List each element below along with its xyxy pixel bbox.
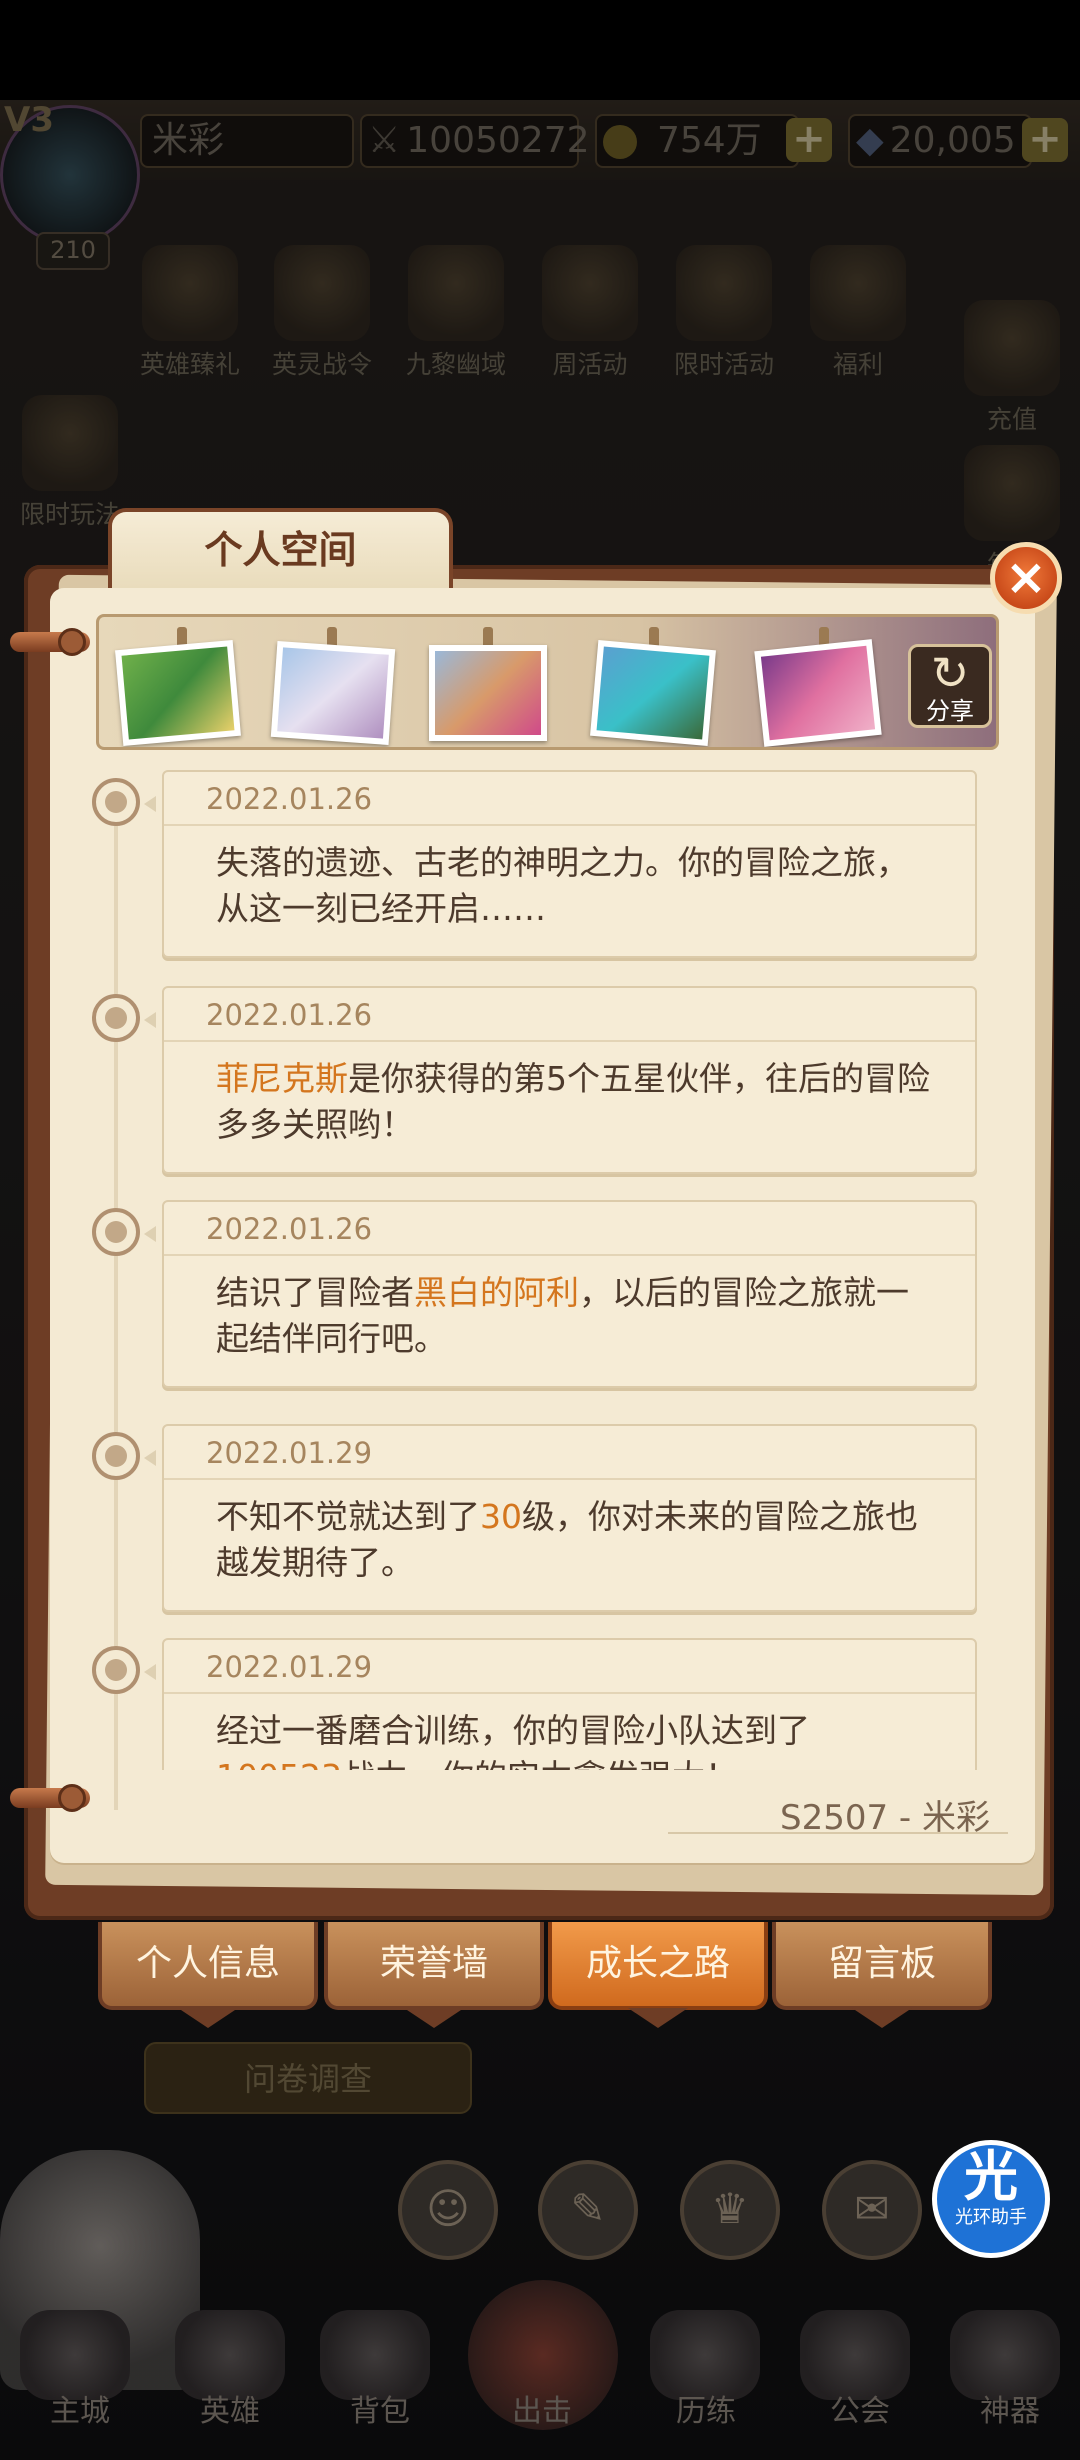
- timeline-node: [92, 1646, 156, 1694]
- nav-attack[interactable]: 出击: [482, 2386, 602, 2430]
- timeline-node: [92, 1208, 156, 1256]
- gallery-photo[interactable]: [429, 645, 547, 741]
- nav-main-city[interactable]: 主城: [20, 2386, 140, 2430]
- share-button[interactable]: ↻ 分享: [908, 644, 992, 728]
- timeline-list[interactable]: 2022.01.26 失落的遗迹、古老的神明之力。你的冒险之旅，从这一刻已经开启…: [150, 760, 1000, 1770]
- gallery-photo[interactable]: [270, 641, 396, 745]
- tab-honor-wall[interactable]: 荣誉墙: [324, 1922, 544, 2028]
- entry-date: 2022.01.29: [164, 1640, 975, 1694]
- entry-date: 2022.01.29: [164, 1426, 975, 1480]
- nav-bag[interactable]: 背包: [320, 2386, 440, 2430]
- friends-icon[interactable]: ☺: [398, 2160, 498, 2260]
- trophy-icon[interactable]: ♛: [680, 2160, 780, 2260]
- tab-growth-path[interactable]: 成长之路: [548, 1922, 768, 2028]
- entry-date: 2022.01.26: [164, 1202, 975, 1256]
- timeline-entry: 2022.01.26 结识了冒险者黑白的阿利，以后的冒险之旅就一起结伴同行吧。: [162, 1200, 977, 1388]
- close-button[interactable]: ×: [990, 542, 1062, 614]
- entry-text: 不知不觉就达到了30级，你对未来的冒险之旅也越发期待了。: [216, 1497, 918, 1582]
- mail-icon[interactable]: ✉: [822, 2160, 922, 2260]
- signature-line: [668, 1832, 1008, 1834]
- timeline-entry: 2022.01.29 经过一番磨合训练，你的冒险小队达到了100523战力，你的…: [162, 1638, 977, 1770]
- timeline-entry: 2022.01.29 不知不觉就达到了30级，你对未来的冒险之旅也越发期待了。: [162, 1424, 977, 1612]
- timeline-node: [92, 778, 156, 826]
- timeline-entry: 2022.01.26 菲尼克斯是你获得的第5个五星伙伴，往后的冒险多多关照哟！: [162, 986, 977, 1174]
- photo-gallery: [96, 614, 999, 750]
- entry-text: 经过一番磨合训练，你的冒险小队达到了100523战力，你的实力愈发强大！: [164, 1694, 975, 1770]
- nav-hero[interactable]: 英雄: [170, 2386, 290, 2430]
- timeline-node: [92, 1432, 156, 1480]
- gallery-photo[interactable]: [115, 640, 241, 746]
- nav-guild[interactable]: 公会: [800, 2386, 920, 2430]
- gallery-photo[interactable]: [754, 639, 882, 747]
- adventurer-name: 黑白的阿利: [414, 1273, 579, 1312]
- level-value: 30: [480, 1497, 522, 1536]
- timeline-node: [92, 994, 156, 1042]
- entry-text: 菲尼克斯是你获得的第5个五星伙伴，往后的冒险多多关照哟！: [216, 1059, 930, 1144]
- tab-personal-info[interactable]: 个人信息: [98, 1922, 318, 2028]
- notes-icon[interactable]: ✎: [538, 2160, 638, 2260]
- share-label: 分享: [926, 697, 974, 725]
- nav-training[interactable]: 历练: [646, 2386, 766, 2430]
- scroll-rod-top: [10, 628, 90, 656]
- panel-title: 个人空间: [108, 508, 453, 588]
- share-icon: ↻: [930, 646, 970, 700]
- gallery-photo[interactable]: [590, 640, 716, 746]
- entry-text: 失落的遗迹、古老的神明之力。你的冒险之旅，从这一刻已经开启……: [216, 843, 909, 928]
- entry-text: 结识了冒险者黑白的阿利，以后的冒险之旅就一起结伴同行吧。: [216, 1273, 909, 1358]
- tab-message-board[interactable]: 留言板: [772, 1922, 992, 2028]
- timeline-entry: 2022.01.26 失落的遗迹、古老的神明之力。你的冒险之旅，从这一刻已经开启…: [162, 770, 977, 958]
- partner-name: 菲尼克斯: [216, 1059, 348, 1098]
- scroll-rod-bottom: [10, 1784, 90, 1812]
- nav-artifact[interactable]: 神器: [950, 2386, 1070, 2430]
- assistant-glyph: 光: [964, 2145, 1018, 2208]
- assistant-label: 光环助手: [955, 2207, 1027, 2228]
- entry-date: 2022.01.26: [164, 772, 975, 826]
- assistant-button[interactable]: 光 光环助手: [932, 2140, 1050, 2258]
- power-value: 100523: [216, 1757, 342, 1770]
- entry-date: 2022.01.26: [164, 988, 975, 1042]
